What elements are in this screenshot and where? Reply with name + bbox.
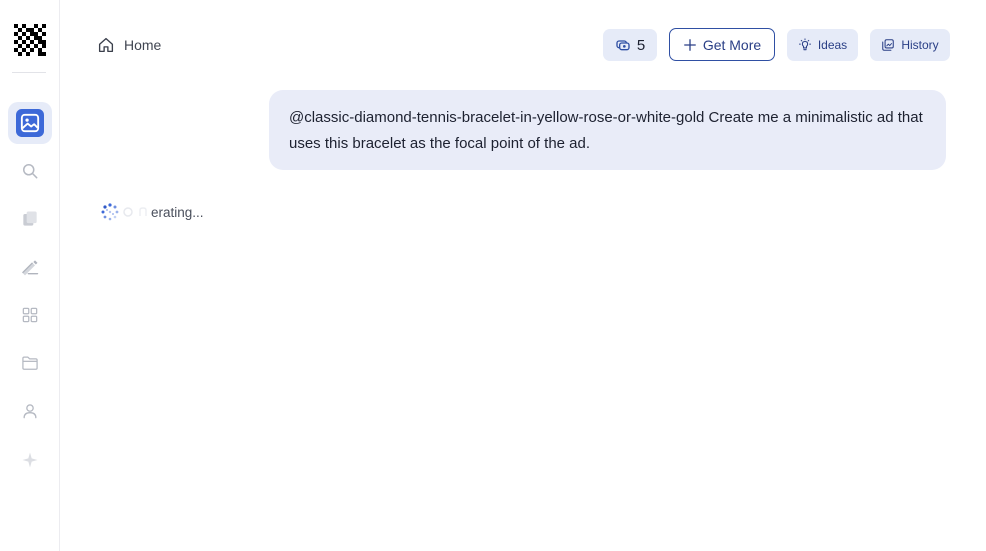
- ideas-button[interactable]: Ideas: [787, 29, 858, 61]
- status-fade-glyphs: [123, 207, 147, 217]
- sidebar-item-design[interactable]: [8, 246, 52, 288]
- generating-status: erating...: [100, 202, 204, 222]
- coins-icon: [616, 40, 630, 51]
- sidebar-item-account[interactable]: [8, 390, 52, 432]
- user-icon: [23, 404, 37, 419]
- ideas-label: Ideas: [817, 38, 848, 52]
- breadcrumb[interactable]: Home: [97, 34, 161, 56]
- get-more-label: Get More: [702, 36, 762, 53]
- history-label: History: [901, 38, 939, 52]
- credits-button[interactable]: 5: [603, 29, 657, 61]
- search-icon: [23, 164, 38, 179]
- sidebar-item-search[interactable]: [8, 150, 52, 192]
- sidebar-item-apps[interactable]: [8, 294, 52, 336]
- breadcrumb-label: Home: [124, 37, 162, 53]
- logo-icon[interactable]: [14, 24, 46, 56]
- home-icon: [98, 37, 114, 53]
- spinner-icon: [101, 203, 119, 221]
- sparkle-icon: [22, 452, 38, 468]
- status-text: erating...: [151, 204, 204, 220]
- lightbulb-icon: [798, 38, 811, 51]
- sidebar-item-cards[interactable]: [8, 198, 52, 240]
- image-icon: [16, 109, 44, 137]
- get-more-button[interactable]: Get More: [669, 28, 775, 61]
- history-button[interactable]: History: [870, 29, 950, 61]
- cards-icon: [23, 211, 37, 226]
- status-fade-area: [120, 202, 148, 222]
- sidebar: [0, 0, 60, 551]
- credits-count: 5: [636, 36, 646, 54]
- sidebar-item-images[interactable]: [8, 102, 52, 144]
- sidebar-divider: [12, 72, 46, 73]
- sidebar-item-folders[interactable]: [8, 342, 52, 384]
- grid-icon: [22, 307, 38, 323]
- folder-icon: [22, 356, 38, 370]
- plus-icon: [683, 38, 696, 51]
- user-message-bubble: @classic-diamond-tennis-bracelet-in-yell…: [269, 90, 946, 170]
- pen-tool-icon: [22, 260, 39, 276]
- history-icon: [882, 39, 895, 51]
- sidebar-item-ai[interactable]: [8, 439, 52, 481]
